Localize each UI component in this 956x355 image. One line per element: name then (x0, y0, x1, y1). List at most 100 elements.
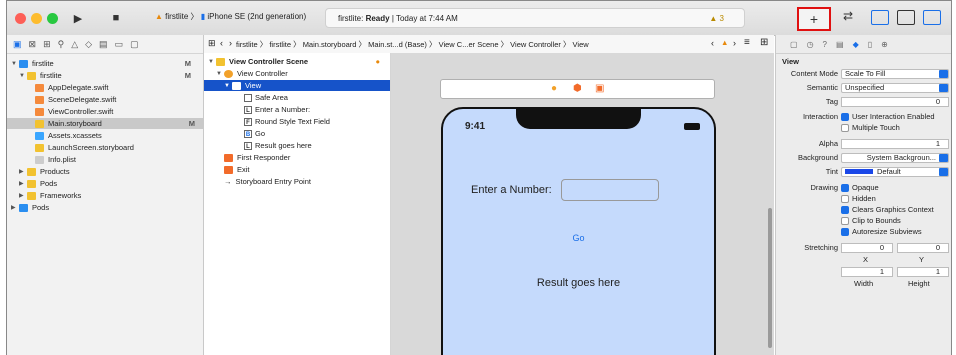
device-icon: ▮ (200, 12, 206, 21)
breadcrumb-item[interactable]: View Controller (510, 40, 561, 49)
back-icon[interactable]: ‹ (220, 38, 223, 48)
warning-icon[interactable]: ▲ (721, 38, 728, 47)
breadcrumb-item[interactable]: firstlite (236, 40, 258, 49)
library-button[interactable]: + (797, 7, 831, 31)
breadcrumb-item[interactable]: Main.storyboard (303, 40, 357, 49)
stretch-height-field[interactable]: 1 (897, 267, 949, 277)
attributes-icon[interactable]: ◆ (853, 40, 859, 49)
view-controller-icon[interactable]: ● (551, 83, 557, 94)
stretch-x-field[interactable]: 0 (841, 243, 893, 253)
outline-entry-point[interactable]: → Storyboard Entry Point (224, 176, 311, 187)
user-interaction-checkbox[interactable]: User Interaction Enabled (841, 112, 935, 122)
zoom-window-button[interactable] (47, 13, 58, 24)
xcode-window: ▶ ■ ▲ firstlite 〉 ▮ iPhone SE (2nd gener… (6, 0, 952, 355)
opaque-checkbox[interactable]: Opaque (841, 183, 879, 193)
clip-bounds-checkbox[interactable]: Clip to Bounds (841, 216, 901, 226)
nav-item-project[interactable]: ▼ firstlite M (11, 58, 199, 69)
nav-item-products[interactable]: ▶ Products (19, 166, 70, 177)
semantic-popup[interactable]: Unspecified (841, 83, 949, 93)
issue-prev-icon[interactable]: ‹ (711, 38, 714, 48)
source-control-icon[interactable]: ⊠ (29, 39, 37, 50)
enter-number-label[interactable]: Enter a Number: (471, 184, 552, 196)
stretch-y-field[interactable]: 0 (897, 243, 949, 253)
forward-icon[interactable]: › (229, 38, 232, 48)
outline-text-field[interactable]: F Round Style Text Field (244, 116, 330, 127)
outline-scene[interactable]: ▼ View Controller Scene ● (208, 56, 386, 67)
outline-button-go[interactable]: B Go (244, 128, 265, 139)
nav-item-viewcontroller[interactable]: ViewController.swift (35, 106, 113, 117)
nav-item-assets[interactable]: Assets.xcassets (35, 130, 102, 141)
background-popup[interactable]: System Backgroun... (841, 153, 949, 163)
stretch-width-field[interactable]: 1 (841, 267, 893, 277)
content-mode-popup[interactable]: Scale To Fill (841, 69, 949, 79)
stop-icon: ■ (112, 12, 120, 24)
outline-view[interactable]: ▼ View (204, 80, 390, 91)
hidden-checkbox[interactable]: Hidden (841, 194, 876, 204)
related-items-icon[interactable]: ⊞ (208, 38, 216, 49)
editor-options-icon[interactable]: ≡ (744, 37, 750, 48)
identity-icon[interactable]: ▤ (836, 40, 844, 49)
clears-graphics-checkbox[interactable]: Clears Graphics Context (841, 205, 934, 215)
debug-icon[interactable]: ▤ (99, 39, 108, 50)
code-review-icon[interactable]: ⇄ (843, 9, 853, 23)
nav-item-appdelegate[interactable]: AppDelegate.swift (35, 82, 108, 93)
outline-exit[interactable]: Exit (224, 164, 250, 175)
close-window-button[interactable] (15, 13, 26, 24)
exit-icon[interactable]: ▣ (595, 83, 604, 94)
nav-item-main-storyboard[interactable]: Main.storyboard M (7, 118, 203, 129)
view-controller-icon (224, 69, 233, 78)
number-text-field[interactable] (561, 179, 659, 201)
scheme-selector[interactable]: ▲ firstlite 〉 ▮ iPhone SE (2nd generatio… (155, 11, 306, 22)
issue-icon[interactable]: △ (71, 39, 78, 50)
report-icon[interactable]: ▢ (130, 39, 139, 50)
nav-item-group[interactable]: ▼ firstlite M (19, 70, 199, 81)
first-responder-icon[interactable]: ⬢ (573, 83, 582, 94)
minimize-window-button[interactable] (31, 13, 42, 24)
nav-item-pods-group[interactable]: ▶ Pods (19, 178, 57, 189)
outline-view-controller[interactable]: ▼ View Controller (216, 68, 288, 79)
checkbox-unchecked-icon (841, 217, 849, 226)
debug-area-toggle-icon[interactable] (897, 10, 915, 25)
folder-icon[interactable]: ▣ (13, 39, 22, 50)
size-icon[interactable]: ▯ (868, 40, 872, 49)
multiple-touch-checkbox[interactable]: Multiple Touch (841, 123, 900, 133)
nav-item-infoplist[interactable]: Info.plist (35, 154, 76, 165)
stop-button[interactable]: ■ (105, 9, 127, 27)
outline-safe-area[interactable]: Safe Area (244, 92, 288, 103)
outline-label-result[interactable]: L Result goes here (244, 140, 312, 151)
nav-item-pods-project[interactable]: ▶ Pods (11, 202, 49, 213)
warning-indicator[interactable]: ▲ 3 (709, 14, 724, 23)
tint-popup[interactable]: Default (841, 167, 949, 177)
result-label[interactable]: Result goes here (443, 277, 714, 289)
help-icon[interactable]: ? (823, 40, 827, 49)
breakpoint-icon[interactable]: ▭ (115, 39, 124, 50)
modified-badge: M (184, 59, 191, 68)
split-editor-icon[interactable]: ⊞ (760, 37, 768, 48)
symbol-icon[interactable]: ⊞ (43, 39, 51, 50)
navigator-toggle-icon[interactable] (871, 10, 889, 25)
connections-icon[interactable]: ⊕ (881, 40, 888, 49)
tag-stepper[interactable]: 0 (841, 97, 949, 107)
go-button[interactable]: Go (443, 233, 714, 243)
file-inspector-icon[interactable]: ▢ (790, 40, 798, 49)
nav-item-scenedelegate[interactable]: SceneDelegate.swift (35, 94, 116, 105)
issue-next-icon[interactable]: › (733, 38, 736, 48)
inspector-toggle-icon[interactable] (923, 10, 941, 25)
breadcrumb-item[interactable]: View (573, 40, 589, 49)
outline-first-responder[interactable]: First Responder (224, 152, 290, 163)
nav-item-frameworks[interactable]: ▶ Frameworks (19, 190, 81, 201)
autoresize-checkbox[interactable]: Autoresize Subviews (841, 227, 922, 237)
breadcrumb-item[interactable]: View C...er Scene (439, 40, 499, 49)
stretching-row: Stretching 0 0 (776, 243, 951, 255)
canvas-scrollbar[interactable] (768, 208, 772, 348)
nav-item-launchscreen[interactable]: LaunchScreen.storyboard (35, 142, 134, 153)
alpha-stepper[interactable]: 1 (841, 139, 949, 149)
storyboard-canvas[interactable]: ● ⬢ ▣ 9:41 Enter a Number: Go Result goe… (391, 53, 774, 355)
test-icon[interactable]: ◇ (85, 39, 92, 50)
breadcrumb-item[interactable]: Main.st...d (Base) (368, 40, 427, 49)
breadcrumb-item[interactable]: firstlite (269, 40, 291, 49)
search-icon[interactable]: ⚲ (58, 39, 65, 50)
outline-label-enter[interactable]: L Enter a Number: (244, 104, 310, 115)
run-button[interactable]: ▶ (67, 9, 89, 27)
history-icon[interactable]: ◷ (807, 40, 814, 49)
